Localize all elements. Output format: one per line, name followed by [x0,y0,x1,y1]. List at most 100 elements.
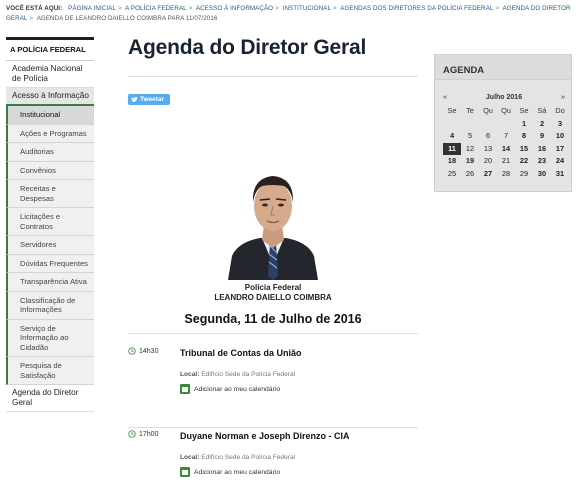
sidebar-subitem-sic[interactable]: Serviço de Informação ao Cidadão [6,319,94,357]
calendar-month: Julho 2016 [485,94,523,101]
calendar-day[interactable]: 8 [515,130,533,143]
event-divider [128,427,418,428]
sidebar: A POLÍCIA FEDERAL Academia Nacional de P… [6,37,94,412]
calendar-day[interactable]: 22 [515,155,533,168]
calendar-day[interactable]: 24 [551,155,569,168]
calendar-empty-cell [479,118,497,131]
calendar-day[interactable]: 18 [443,155,461,168]
sidebar-subitem-acoes-programas[interactable]: Ações e Programas [6,124,94,143]
calendar-title: AGENDA [435,55,571,80]
calendar-day[interactable]: 29 [515,168,533,181]
event-time: 14h30 [128,347,158,355]
event-location-value: Edifício Sede da Polícia Federal [201,454,296,461]
tweet-button[interactable]: Tweetar [128,94,170,105]
breadcrumb-link-institucional[interactable]: INSTITUCIONAL [283,5,331,12]
sidebar-subitem-institucional[interactable]: Institucional [6,106,94,125]
sidebar-subitem-licitacoes-contratos[interactable]: Licitações e Contratos [6,208,94,236]
calendar-icon [180,467,190,477]
event-time-label: 17h00 [139,430,159,438]
event-location-label: Local: [180,371,200,378]
sidebar-title: A POLÍCIA FEDERAL [6,37,94,61]
title-divider [128,76,418,77]
sidebar-item-acesso-informacao[interactable]: Acesso à Informação [6,88,94,106]
calendar-day[interactable]: 17 [551,143,569,156]
tweet-label: Tweetar [140,96,165,103]
twitter-bird-icon [131,96,138,103]
event-title: Duyane Norman e Joseph Direnzo - CIA [180,431,350,441]
organization-name: Polícia Federal [244,283,302,292]
calendar-day[interactable]: 26 [461,168,479,181]
breadcrumb-label: VOCÊ ESTÁ AQUI: [6,5,63,12]
calendar-day[interactable]: 16 [533,143,551,156]
calendar-day[interactable]: 28 [497,168,515,181]
calendar-empty-cell [443,118,461,131]
calendar-day[interactable]: 20 [479,155,497,168]
event-time: 17h00 [128,430,158,438]
calendar-prev-button[interactable]: « [443,94,447,101]
event-location: Local: Edifício Sede da Polícia Federal [180,454,295,461]
calendar-day[interactable]: 14 [497,143,515,156]
agenda-date: Segunda, 11 de Julho de 2016 [184,312,362,326]
calendar-day[interactable]: 13 [479,143,497,156]
calendar-day[interactable]: 11 [443,142,461,155]
page-title: Agenda do Diretor Geral [128,36,367,59]
breadcrumb-link-policia-federal[interactable]: A POLÍCIA FEDERAL [125,5,187,12]
calendar-empty-cell [461,118,479,131]
breadcrumb-separator: > [333,5,337,12]
clock-icon [128,430,136,438]
event-location-label: Local: [180,454,200,461]
sidebar-subitem-duvidas-frequentes[interactable]: Dúvidas Frequentes [6,254,94,273]
calendar-grid: Se Te Qu Qu Se Sá Do 1 2 3 4 5 6 7 8 9 10 11 12 13 14 15 16 17 1… [443,105,569,180]
calendar-icon [180,384,190,394]
calendar-day[interactable]: 31 [551,168,569,181]
sidebar-subitem-auditorias[interactable]: Auditorias [6,143,94,162]
event-location-value: Edifício Sede da Polícia Federal [201,371,296,378]
breadcrumb-separator: > [117,5,122,12]
photo-caption: Polícia Federal LEANDRO DAIELLO COIMBRA [128,283,418,303]
calendar-day[interactable]: 7 [497,130,515,143]
sidebar-item-agenda-diretor[interactable]: Agenda do Diretor Geral [6,385,94,412]
calendar-day[interactable]: 5 [461,130,479,143]
event-time-label: 14h30 [139,347,159,355]
sidebar-subitem-receitas-despesas[interactable]: Receitas e Despesas [6,180,94,208]
breadcrumb-link-home[interactable]: PÁGINA INICIAL [68,5,116,12]
calendar-day[interactable]: 12 [461,143,479,156]
calendar-day[interactable]: 4 [443,130,461,143]
calendar-weekday: Sá [537,106,547,115]
sidebar-subitem-transparencia-ativa[interactable]: Transparência Ativa [6,273,94,292]
calendar-day[interactable]: 10 [551,130,569,143]
main-content: Agenda do Diretor Geral [128,36,418,60]
calendar-weekday: Se [519,106,529,115]
add-to-calendar-link[interactable]: Adicionar ao meu calendário [180,467,280,477]
calendar-day[interactable]: 27 [479,168,497,181]
calendar-nav: « Julho 2016 » [443,94,565,101]
breadcrumb: VOCÊ ESTÁ AQUI: PÁGINA INICIAL > A POLÍCI… [6,4,574,24]
add-to-calendar-label: Adicionar ao meu calendário [194,468,281,476]
breadcrumb-separator: > [188,5,193,12]
calendar-day[interactable]: 1 [515,118,533,131]
sidebar-subitem-classificacao[interactable]: Classificação de Informações [6,291,94,320]
calendar-day[interactable]: 2 [533,118,551,131]
sidebar-subitem-servidores[interactable]: Servidores [6,236,94,255]
breadcrumb-separator: > [29,15,34,22]
calendar-day[interactable]: 30 [533,168,551,181]
calendar-day[interactable]: 25 [443,168,461,181]
calendar-day[interactable]: 21 [497,155,515,168]
clock-icon [128,347,136,355]
breadcrumb-link-agendas-diretores[interactable]: AGENDAS DOS DIRETORES DA POLÍCIA FEDERAL [340,5,493,12]
calendar-day[interactable]: 6 [479,130,497,143]
sidebar-subitem-convenios[interactable]: Convênios [6,161,94,180]
calendar-next-button[interactable]: » [561,94,565,101]
calendar-day[interactable]: 9 [533,130,551,143]
breadcrumb-link-acesso-informacao[interactable]: ACESSO À INFORMAÇÃO [196,5,273,12]
calendar-day[interactable]: 3 [551,118,569,131]
add-to-calendar-link[interactable]: Adicionar ao meu calendário [180,384,280,394]
add-to-calendar-label: Adicionar ao meu calendário [194,385,281,393]
sidebar-item-academia[interactable]: Academia Nacional de Polícia [6,61,94,88]
calendar-day[interactable]: 23 [533,155,551,168]
calendar-day[interactable]: 15 [515,143,533,156]
calendar-weekday: Qu [501,106,511,115]
calendar-day[interactable]: 19 [461,155,479,168]
calendar-weekday: Qu [483,106,493,115]
sidebar-subitem-pesquisa-satisfacao[interactable]: Pesquisa de Satisfação [6,357,94,385]
